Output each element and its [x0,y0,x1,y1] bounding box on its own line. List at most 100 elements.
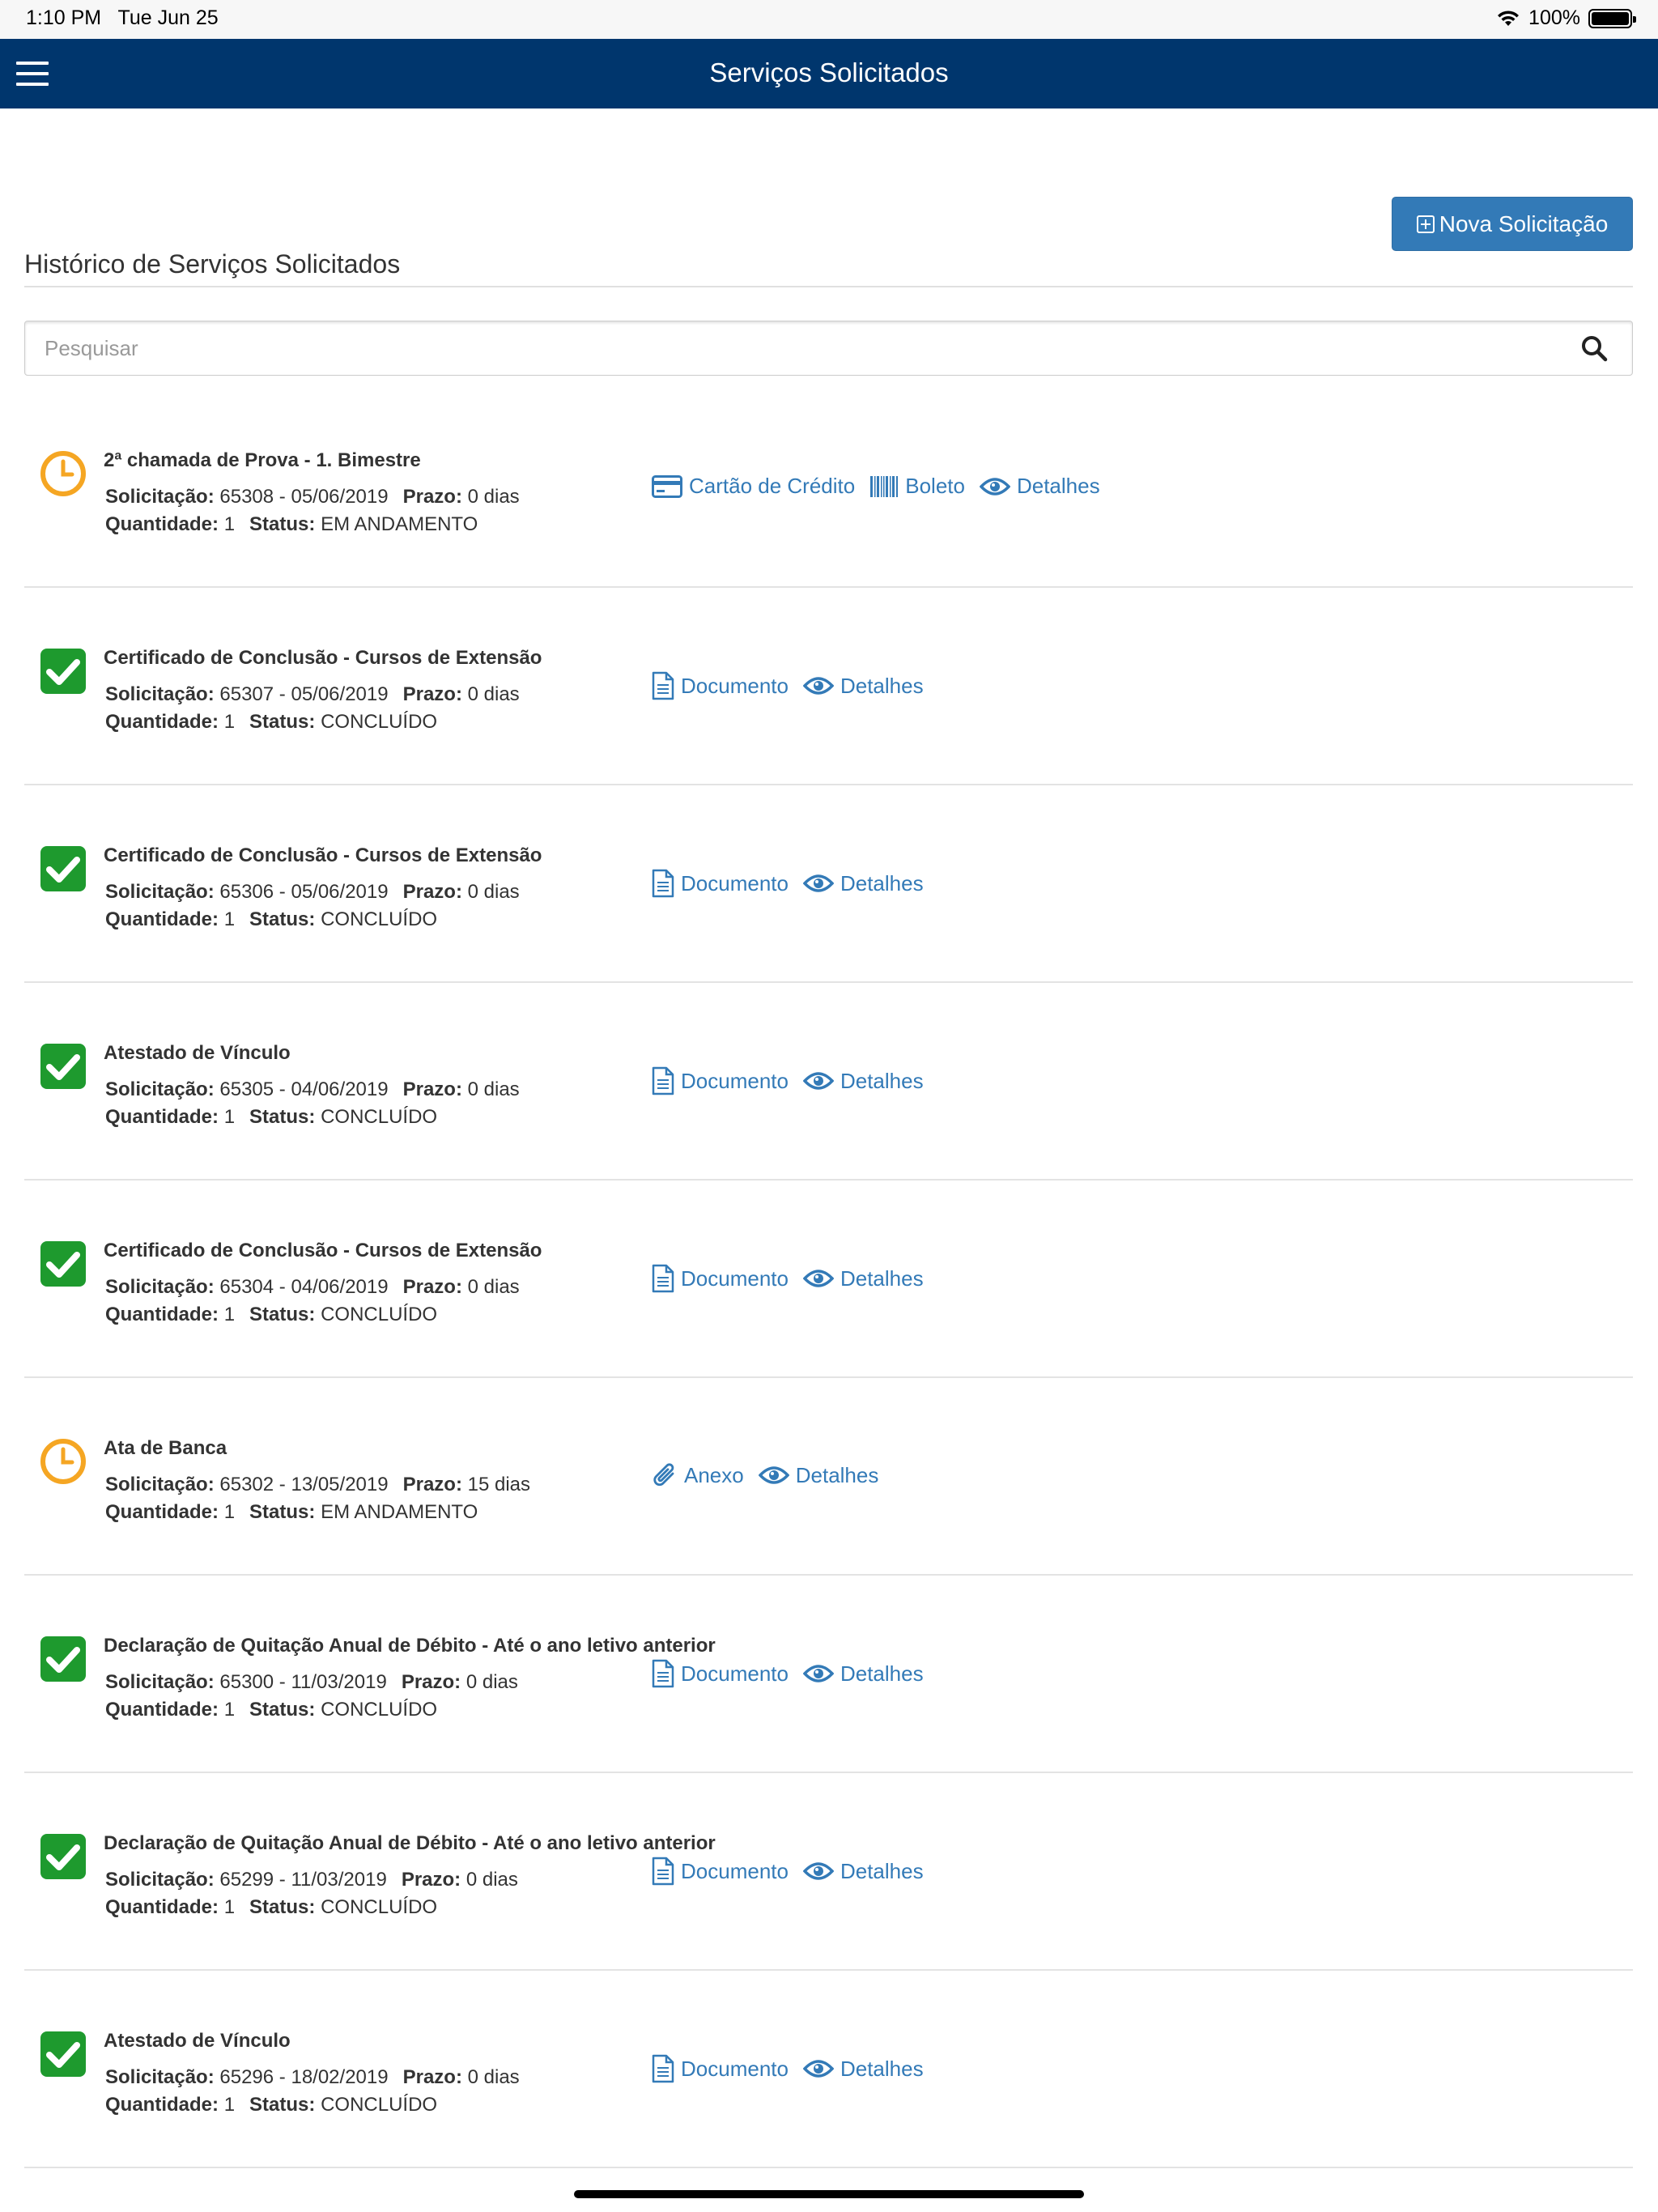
item-actions: Documento Detalhes [652,1066,924,1095]
request-label: Solicitação: [105,1276,215,1298]
item-title: Ata de Banca [104,1437,227,1459]
action-label: Documento [681,1068,789,1093]
document-link[interactable]: Documento [652,1066,789,1095]
deadline-value: 0 dias [466,1671,518,1693]
request-date: 18/02/2019 [291,2066,389,2088]
details-link[interactable]: Detalhes [758,1462,879,1488]
clock-time: 1:10 PM [26,6,102,29]
document-link[interactable]: Documento [652,869,789,898]
item-title: Atestado de Vínculo [104,2030,291,2052]
page-title: Serviços Solicitados [709,57,949,87]
action-label: Detalhes [840,2056,924,2081]
deadline-value: 0 dias [467,683,520,705]
status-value: CONCLUÍDO [321,2094,438,2116]
search-icon[interactable] [1580,334,1608,362]
item-actions: Documento Detalhes [652,1659,924,1688]
quantity-label: Quantidade: [105,2094,219,2116]
request-date: 13/05/2019 [291,1474,389,1495]
item-actions: Documento Detalhes [652,1857,924,1886]
section-title: Histórico de Serviços Solicitados [24,249,401,279]
details-link[interactable]: Detalhes [979,474,1100,499]
details-link[interactable]: Detalhes [802,870,924,896]
item-title: 2ª chamada de Prova - 1. Bimestre [104,449,421,471]
action-label: Detalhes [840,673,924,698]
action-label: Detalhes [840,1068,924,1093]
document-link[interactable]: Documento [652,2054,789,2083]
request-date: 05/06/2019 [291,683,389,705]
action-label: Documento [681,1661,789,1686]
request-number: 65308 [219,486,274,508]
boleto-link[interactable]: Boleto [869,474,965,499]
item-request-line: Solicitação: 65307 - 05/06/2019 Prazo: 0 … [105,683,520,705]
new-request-button[interactable]: Nova Solicitação [1392,197,1633,251]
list-item: Ata de Banca Solicitação: 65302 - 13/05/2… [24,1378,1633,1576]
deadline-label: Prazo: [402,2066,462,2088]
quantity-label: Quantidade: [105,711,219,733]
deadline-label: Prazo: [402,881,462,903]
item-status-line: Quantidade: 1 Status: CONCLUÍDO [105,1304,437,1326]
search-input[interactable] [45,321,1502,375]
document-icon [652,1857,674,1886]
attachment-link[interactable]: Anexo [652,1461,744,1489]
quantity-value: 1 [223,1896,236,1918]
item-status-line: Quantidade: 1 Status: CONCLUÍDO [105,2094,437,2116]
action-label: Documento [681,2056,789,2081]
list-item: Atestado de Vínculo Solicitação: 65305 - … [24,983,1633,1180]
quantity-value: 1 [223,908,236,930]
details-link[interactable]: Detalhes [802,1859,924,1884]
barcode-icon [869,475,899,498]
item-actions: Cartão de Crédito Boleto Detalhes [652,474,1100,499]
wifi-icon [1498,10,1520,26]
action-label: Detalhes [1016,474,1100,498]
credit-card-link[interactable]: Cartão de Crédito [652,474,855,499]
clock-icon [39,1437,87,1486]
request-date: 04/06/2019 [291,1276,389,1298]
item-title: Certificado de Conclusão - Cursos de Ext… [104,844,542,866]
item-request-line: Solicitação: 65302 - 13/05/2019 Prazo: 15… [105,1474,531,1495]
action-label: Boleto [905,474,965,498]
request-date: 04/06/2019 [291,1078,389,1100]
quantity-value: 1 [223,513,236,535]
status-label: Status: [249,513,316,535]
deadline-value: 0 dias [467,486,520,508]
check-icon [39,647,87,696]
details-link[interactable]: Detalhes [802,1266,924,1291]
list-item: 2ª chamada de Prova - 1. Bimestre Solicit… [24,390,1633,588]
status-value: CONCLUÍDO [321,1304,438,1325]
status-value: CONCLUÍDO [321,1896,438,1918]
details-link[interactable]: Detalhes [802,1661,924,1687]
status-bar: 1:10 PM Tue Jun 25 100% [0,0,1658,39]
action-label: Detalhes [840,870,924,895]
item-actions: Documento Detalhes [652,671,924,700]
document-icon [652,1659,674,1688]
quantity-value: 1 [223,2094,236,2116]
item-status-line: Quantidade: 1 Status: EM ANDAMENTO [105,1501,478,1524]
quantity-label: Quantidade: [105,908,219,930]
eye-icon [802,1861,834,1881]
deadline-value: 0 dias [467,1276,520,1298]
home-indicator[interactable] [574,2190,1084,2198]
document-link[interactable]: Documento [652,1857,789,1886]
quantity-label: Quantidade: [105,513,219,535]
status-label: Status: [249,711,316,733]
battery-icon [1588,8,1636,28]
details-link[interactable]: Detalhes [802,673,924,699]
request-number: 65302 [219,1474,274,1495]
action-label: Detalhes [795,1462,879,1487]
document-link[interactable]: Documento [652,1264,789,1293]
check-icon [39,1832,87,1881]
details-link[interactable]: Detalhes [802,2056,924,2082]
details-link[interactable]: Detalhes [802,1068,924,1094]
deadline-value: 0 dias [466,1869,518,1891]
item-title: Atestado de Vínculo [104,1042,291,1064]
item-status-line: Quantidade: 1 Status: CONCLUÍDO [105,1896,437,1919]
quantity-value: 1 [223,711,236,733]
request-label: Solicitação: [105,1869,215,1891]
document-link[interactable]: Documento [652,1659,789,1688]
document-link[interactable]: Documento [652,671,789,700]
request-number: 65307 [219,683,274,705]
item-title: Certificado de Conclusão - Cursos de Ext… [104,1240,542,1261]
status-label: Status: [249,1501,316,1523]
item-actions: Documento Detalhes [652,2054,924,2083]
deadline-value: 0 dias [467,2066,520,2088]
